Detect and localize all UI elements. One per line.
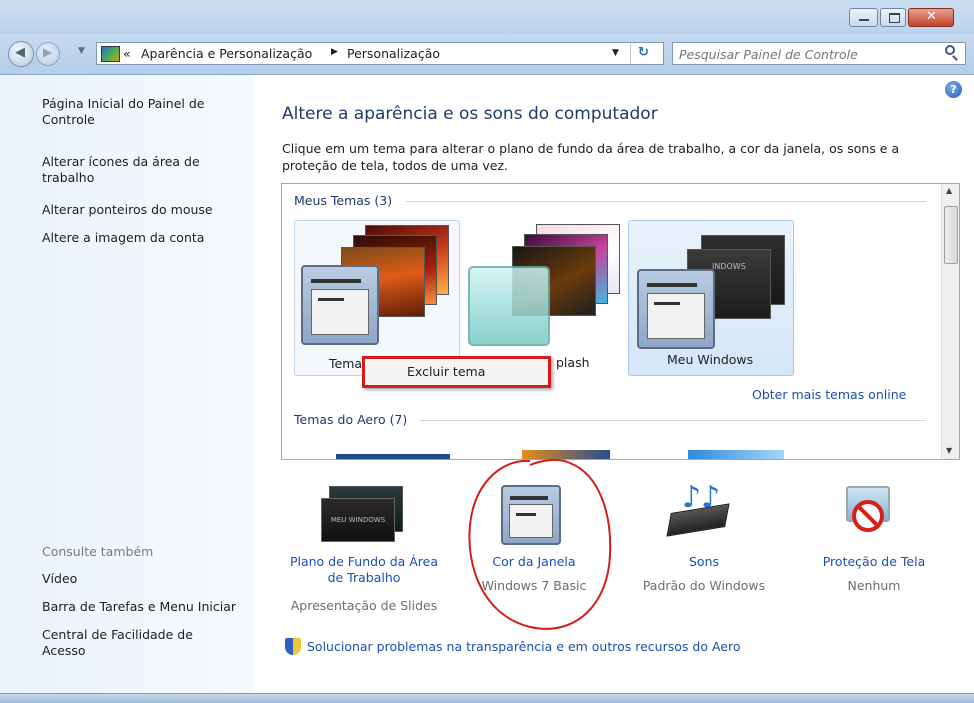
sidebar-link-home[interactable]: Página Inicial do Painel de Controle [42, 96, 232, 128]
help-icon[interactable]: ? [945, 81, 962, 98]
theme-scrollbar[interactable]: ▲ ▼ [941, 184, 959, 459]
sounds-value: Padrão do Windows [642, 578, 766, 593]
screensaver-value: Nenhum [847, 578, 901, 593]
aero-theme-preview[interactable] [336, 454, 450, 459]
minimize-button[interactable] [849, 8, 878, 27]
delete-theme-menu-item[interactable]: Excluir tema [407, 364, 485, 379]
page-title: Altere a aparência e os sons do computad… [282, 104, 658, 124]
forward-button[interactable]: ▶ [36, 42, 60, 66]
title-bar: ✕ [0, 0, 974, 34]
sounds-icon[interactable]: ♪♪ [666, 480, 732, 540]
page-description: Clique em um tema para alterar o plano d… [282, 141, 900, 173]
scroll-down-arrow[interactable]: ▼ [946, 446, 952, 455]
address-dropdown-icon[interactable]: ▼ [612, 48, 619, 58]
maximize-button[interactable] [880, 8, 906, 27]
refresh-icon[interactable]: ↻ [638, 45, 649, 60]
theme-label: Tema [329, 356, 363, 371]
address-bar[interactable]: « Aparência e Personalização ▶ Personali… [96, 42, 664, 65]
window-color-icon [468, 266, 550, 346]
theme-tile-tema[interactable]: Tema [294, 220, 460, 376]
breadcrumb-appearance[interactable]: Aparência e Personalização [141, 46, 312, 61]
music-note-icon: ♪♪ [682, 480, 721, 515]
search-box[interactable] [672, 42, 966, 65]
control-panel-window: ✕ ◀ ▶ ▼ « Aparência e Personalização ▶ P… [0, 0, 974, 703]
aero-themes-heading: Temas do Aero (7) [294, 412, 408, 427]
see-also-link-ease-of-access[interactable]: Central de Facilidade de Acesso [42, 627, 212, 659]
screensaver-icon[interactable] [838, 486, 898, 542]
aero-theme-preview[interactable] [688, 450, 784, 459]
control-panel-icon [101, 46, 120, 62]
desktop-background-link[interactable]: Plano de Fundo da Área de Trabalho [284, 554, 444, 586]
desktop-background-value: Apresentação de Slides [290, 598, 438, 613]
theme-tile-splash[interactable]: plash [460, 220, 626, 376]
screensaver-link[interactable]: Proteção de Tela [794, 554, 954, 570]
recent-pages-dropdown[interactable]: ▼ [78, 46, 85, 56]
search-input[interactable] [677, 45, 931, 63]
get-more-themes-link[interactable]: Obter mais temas online [752, 387, 906, 402]
sidebar-link-account-picture[interactable]: Altere a imagem da conta [42, 230, 242, 246]
theme-gallery[interactable]: Meus Temas (3) Tema plash INDOWS Meu Win… [281, 183, 960, 460]
my-themes-heading: Meus Temas (3) [294, 193, 393, 208]
breadcrumb-overflow[interactable]: « [123, 46, 131, 61]
desktop-background-icon[interactable]: MEU WINDOWS [321, 486, 403, 542]
shield-icon [285, 638, 301, 655]
scroll-up-arrow[interactable]: ▲ [946, 186, 952, 195]
breadcrumb-separator[interactable]: ▶ [331, 47, 338, 57]
close-button[interactable]: ✕ [908, 8, 954, 27]
theme-context-menu: Excluir tema [362, 356, 551, 388]
window-color-icon [637, 269, 715, 349]
see-also-link-display[interactable]: Vídeo [42, 571, 77, 587]
arrow-right-icon: ▶ [43, 45, 53, 59]
back-button[interactable]: ◀ [8, 41, 34, 67]
search-icon[interactable] [945, 45, 958, 61]
see-also-link-taskbar[interactable]: Barra de Tarefas e Menu Iniciar [42, 599, 254, 615]
window-color-icon [301, 265, 379, 345]
theme-tile-meu-windows[interactable]: INDOWS Meu Windows [628, 220, 794, 376]
no-symbol-icon [852, 500, 884, 532]
theme-label: plash [556, 355, 590, 370]
theme-label: Meu Windows [667, 352, 754, 367]
troubleshoot-aero-link[interactable]: Solucionar problemas na transparência e … [307, 639, 740, 654]
scroll-thumb[interactable] [944, 206, 958, 264]
close-icon: ✕ [926, 9, 937, 24]
sounds-link[interactable]: Sons [624, 554, 784, 570]
arrow-left-icon: ◀ [15, 45, 25, 60]
sidebar-link-desktop-icons[interactable]: Alterar ícones da área de trabalho [42, 154, 217, 186]
breadcrumb-personalization[interactable]: Personalização [347, 46, 440, 61]
sidebar-link-mouse-pointers[interactable]: Alterar ponteiros do mouse [42, 202, 242, 218]
annotation-circle [468, 458, 612, 630]
see-also-heading: Consulte também [42, 544, 154, 559]
